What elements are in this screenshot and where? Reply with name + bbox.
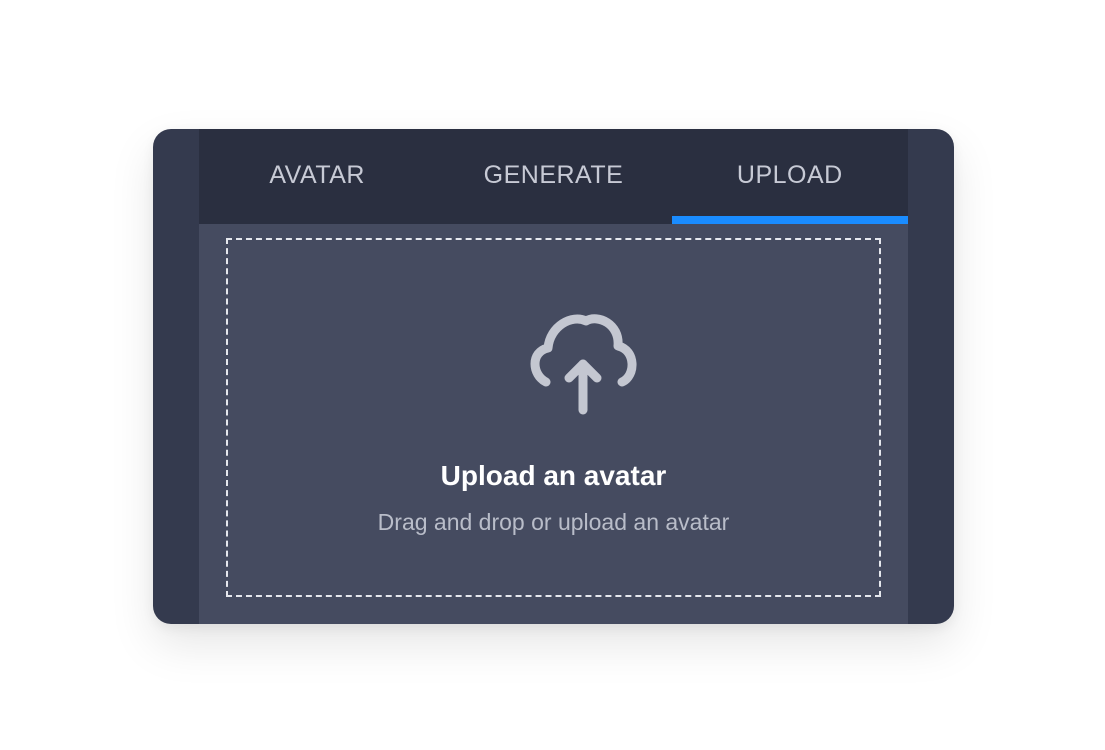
tab-bar: AVATAR GENERATE UPLOAD	[199, 129, 909, 224]
tab-upload[interactable]: UPLOAD	[671, 129, 909, 224]
cloud-upload-icon	[530, 314, 637, 415]
avatar-upload-card: AVATAR GENERATE UPLOAD Upload an avatar …	[153, 129, 954, 624]
tab-generate[interactable]: GENERATE	[435, 129, 671, 224]
tab-content: Upload an avatar Drag and drop or upload…	[199, 224, 908, 624]
tab-avatar[interactable]: AVATAR	[199, 129, 435, 224]
dropzone-subtitle: Drag and drop or upload an avatar	[377, 509, 730, 535]
avatar-dropzone[interactable]: Upload an avatar Drag and drop or upload…	[226, 238, 881, 597]
dropzone-title: Upload an avatar	[440, 460, 667, 491]
avatar-panel: AVATAR GENERATE UPLOAD Upload an avatar …	[199, 129, 909, 624]
